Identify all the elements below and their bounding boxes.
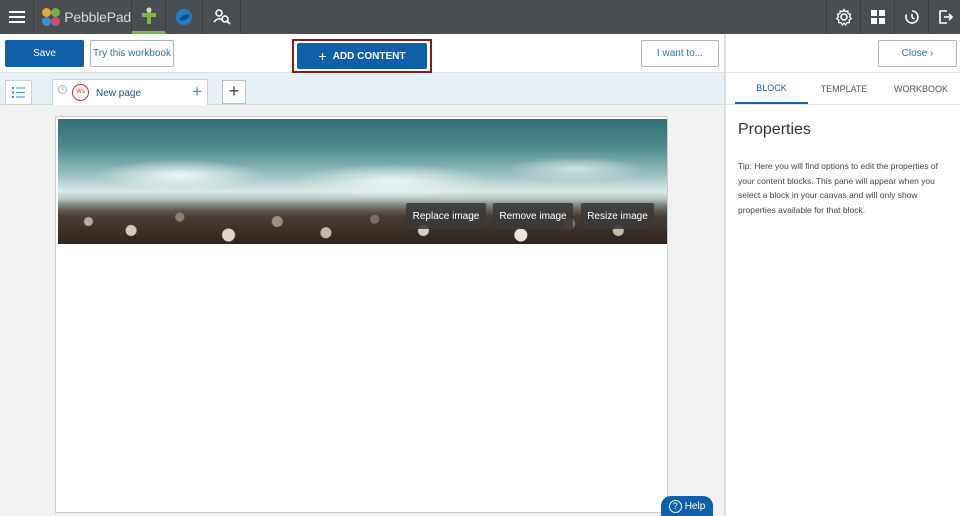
asset-store-icon[interactable]: [166, 0, 203, 34]
logo-text: PebblePad: [64, 9, 131, 25]
i-want-to-button[interactable]: I want to...: [641, 40, 719, 67]
settings-icon[interactable]: [826, 0, 860, 34]
tab-block[interactable]: BLOCK: [735, 73, 808, 104]
atlas-icon[interactable]: [203, 0, 241, 34]
add-subpage-icon[interactable]: +: [192, 82, 202, 102]
chevron-right-icon: ›: [930, 48, 934, 59]
tab-workbook[interactable]: WORKBOOK: [884, 73, 958, 104]
try-workbook-button[interactable]: Try this workbook: [90, 40, 174, 67]
tab-new-page[interactable]: × Ws New page +: [52, 79, 208, 106]
help-icon: ?: [668, 499, 682, 513]
menu-icon[interactable]: [0, 0, 34, 34]
workspace-badge: Ws: [72, 84, 89, 101]
panel-title: Properties: [738, 121, 811, 138]
panel-tip-text: Tip: Here you will find options to edit …: [738, 161, 939, 215]
replace-image-button[interactable]: Replace image: [406, 203, 486, 229]
logo-mark: [42, 8, 60, 26]
help-button[interactable]: ? Help: [661, 496, 713, 516]
page-tabs-bar: × Ws New page + +: [0, 73, 724, 106]
close-label: Close: [901, 48, 928, 59]
editor-toolbar: Save Try this workbook + ADD CONTENT I w…: [0, 34, 724, 73]
create-icon[interactable]: [132, 0, 166, 34]
panel-header: Close ›: [726, 34, 960, 73]
close-tab-icon[interactable]: ×: [58, 85, 67, 94]
add-page-button[interactable]: +: [222, 80, 246, 104]
save-button[interactable]: Save: [5, 40, 84, 67]
pebbles-layer: [58, 199, 667, 244]
plus-icon: +: [318, 48, 327, 64]
page-tab-label: New page: [96, 88, 142, 99]
history-icon[interactable]: [894, 0, 928, 34]
tab-template[interactable]: TEMPLATE: [808, 73, 880, 104]
add-content-highlight: + ADD CONTENT: [292, 39, 432, 73]
panel-tabs: BLOCK TEMPLATE WORKBOOK: [726, 73, 960, 105]
page-list-icon[interactable]: [5, 80, 32, 105]
add-content-label: ADD CONTENT: [332, 50, 406, 62]
apps-grid-icon[interactable]: [860, 0, 894, 34]
close-panel-button[interactable]: Close ›: [878, 40, 957, 67]
remove-image-button[interactable]: Remove image: [493, 203, 573, 229]
page-canvas[interactable]: Replace image Remove image Resize image: [55, 116, 668, 513]
resize-image-button[interactable]: Resize image: [581, 203, 654, 229]
help-label: Help: [684, 500, 706, 512]
top-navigation-bar: PebblePad: [0, 0, 960, 34]
pebblepad-logo[interactable]: PebblePad: [34, 0, 132, 34]
properties-panel: Close › BLOCK TEMPLATE WORKBOOK Properti…: [726, 34, 960, 516]
add-content-button[interactable]: + ADD CONTENT: [297, 43, 427, 69]
logout-icon[interactable]: [928, 0, 960, 34]
banner-image[interactable]: [58, 119, 667, 244]
